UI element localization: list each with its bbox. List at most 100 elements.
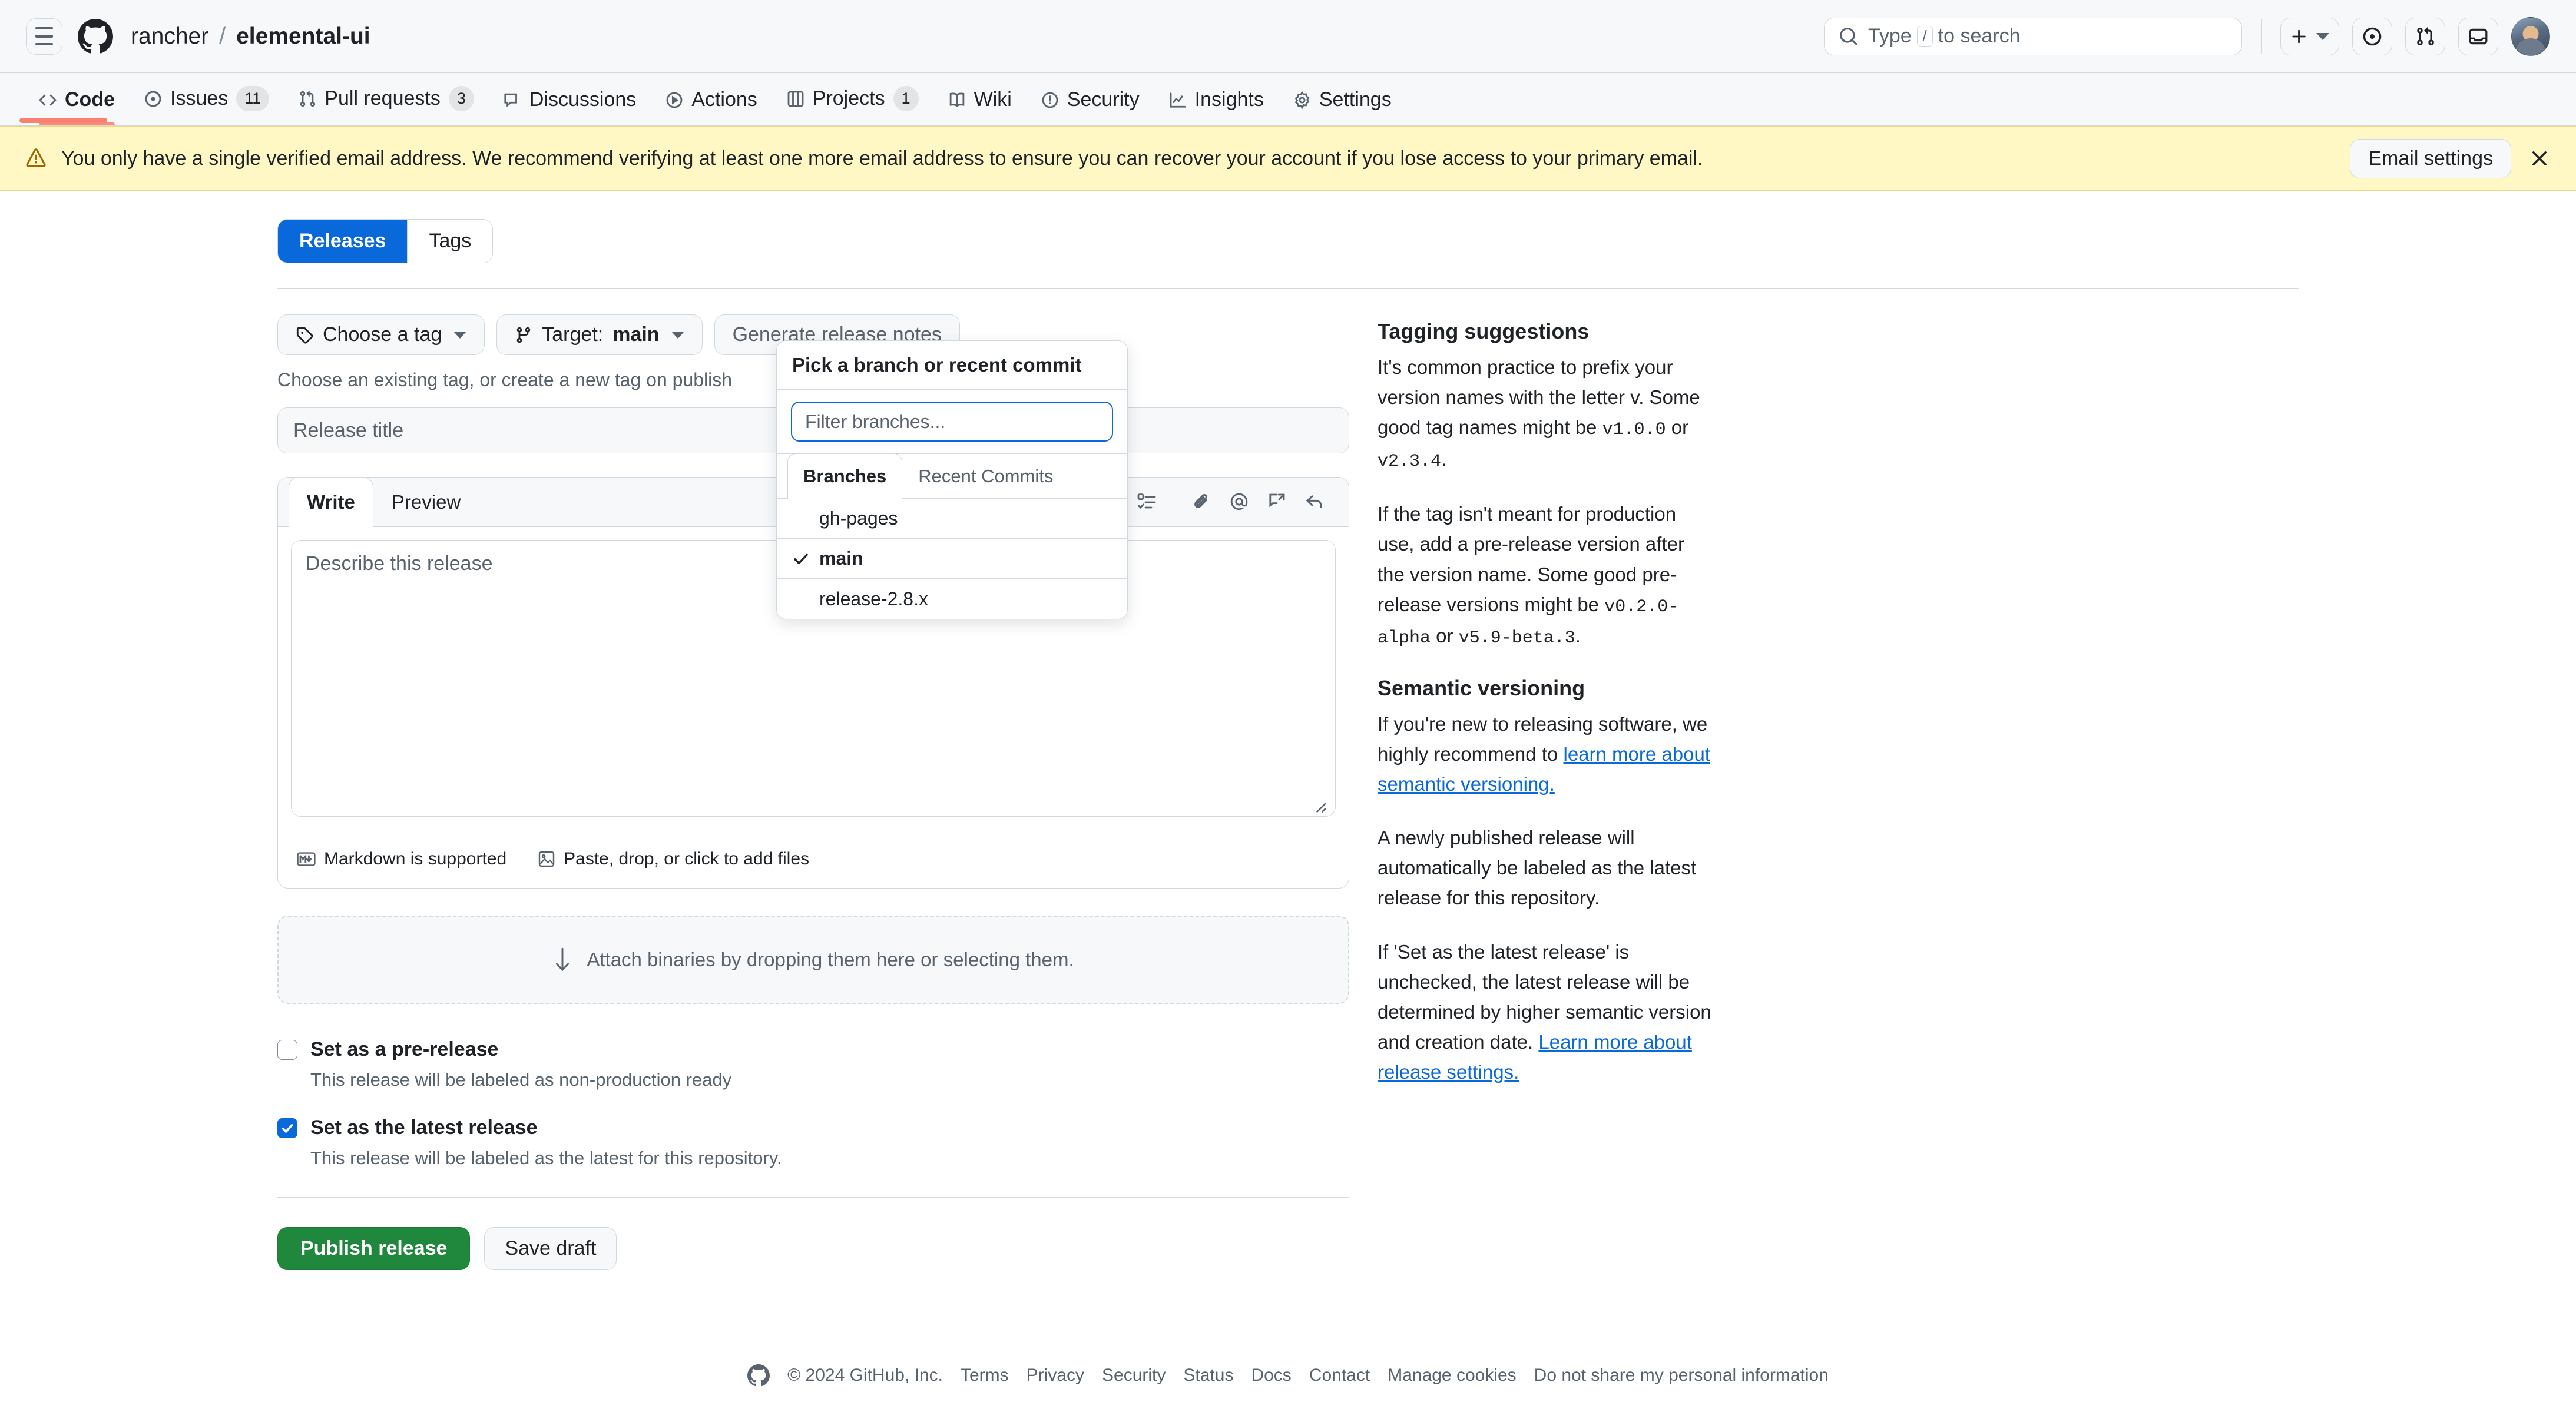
tab-releases[interactable]: Releases — [278, 220, 408, 263]
choose-a-tag-button[interactable]: Choose a tag — [277, 314, 485, 355]
semantic-versioning-p1: If you're new to releasing software, we … — [1378, 712, 1710, 795]
image-icon — [538, 850, 555, 868]
mention-icon[interactable] — [1220, 492, 1258, 511]
footer-link-security[interactable]: Security — [1102, 1365, 1166, 1385]
breadcrumb: rancher / elemental-ui — [131, 24, 370, 49]
header-divider — [2261, 18, 2262, 54]
repo-tab-projects[interactable]: Projects 1 — [774, 86, 932, 125]
choose-a-tag-label: Choose a tag — [323, 323, 442, 346]
hamburger-menu-icon[interactable] — [26, 18, 62, 55]
prerelease-example-2: v5.9-beta.3 — [1458, 628, 1575, 649]
flash-actions: Email settings — [2350, 138, 2550, 178]
repo-tab-label: Pull requests — [325, 87, 441, 110]
latest-release-row: Set as the latest release — [277, 1116, 1349, 1139]
page-container: Releases Tags Choose a tag Target: main … — [251, 191, 2325, 1422]
footer-link-terms[interactable]: Terms — [961, 1365, 1009, 1385]
footer-link-status[interactable]: Status — [1183, 1365, 1233, 1385]
repo-tab-pull-requests[interactable]: Pull requests 3 — [286, 86, 487, 125]
search-input[interactable]: Type / to search — [1824, 17, 2242, 55]
tab-recent-commits[interactable]: Recent Commits — [902, 453, 1069, 498]
semantic-versioning-p3: If 'Set as the latest release' is unchec… — [1378, 940, 1711, 1083]
pull-requests-button[interactable] — [2405, 17, 2445, 55]
tab-preview[interactable]: Preview — [373, 477, 479, 526]
repo-tab-label: Settings — [1319, 88, 1392, 111]
tab-write[interactable]: Write — [289, 477, 373, 527]
repo-tab-label: Projects — [812, 87, 885, 110]
footer-link-privacy[interactable]: Privacy — [1027, 1365, 1084, 1385]
branch-filter-input[interactable] — [791, 402, 1113, 442]
email-settings-button[interactable]: Email settings — [2350, 138, 2511, 178]
branch-name: gh-pages — [819, 508, 898, 529]
footer-link-docs[interactable]: Docs — [1251, 1365, 1291, 1385]
latest-release-checkbox[interactable] — [277, 1118, 297, 1138]
repo-tab-issues[interactable]: Issues 11 — [131, 86, 282, 125]
check-icon — [792, 550, 819, 568]
save-draft-button[interactable]: Save draft — [484, 1227, 617, 1270]
flash-message: You only have a single verified email ad… — [61, 147, 1703, 170]
repo-tab-insights[interactable]: Insights — [1156, 88, 1277, 125]
dropzone-label: Attach binaries by dropping them here or… — [587, 949, 1074, 970]
breadcrumb-owner[interactable]: rancher — [131, 24, 208, 49]
section-divider — [277, 288, 2299, 289]
target-branch-button[interactable]: Target: main — [496, 314, 703, 355]
repo-tab-security[interactable]: Security — [1028, 88, 1153, 125]
create-new-button[interactable] — [2280, 17, 2339, 55]
projects-counter: 1 — [893, 86, 919, 111]
repo-tab-actions[interactable]: Actions — [653, 88, 770, 125]
repo-tab-wiki[interactable]: Wiki — [935, 88, 1025, 125]
footer-link-contact[interactable]: Contact — [1309, 1365, 1370, 1385]
latest-release-label[interactable]: Set as the latest release — [310, 1116, 538, 1139]
footer-link-manage-cookies[interactable]: Manage cookies — [1388, 1365, 1516, 1385]
attach-file-icon[interactable] — [1183, 492, 1220, 511]
tab-tags[interactable]: Tags — [408, 220, 493, 263]
pull-requests-counter: 3 — [448, 86, 474, 111]
prerelease-checkbox[interactable] — [277, 1039, 297, 1060]
semantic-versioning-p2: A newly published release will automatic… — [1378, 827, 1697, 909]
search-icon — [1839, 26, 1859, 47]
prerelease-label[interactable]: Set as a pre-release — [310, 1038, 498, 1061]
branch-item-gh-pages[interactable]: gh-pages — [777, 499, 1127, 539]
form-actions: Publish release Save draft — [277, 1227, 1349, 1270]
publish-release-button[interactable]: Publish release — [277, 1227, 471, 1270]
repo-tab-label: Discussions — [529, 88, 637, 111]
chevron-down-icon — [453, 331, 467, 339]
release-sidebar: Tagging suggestions It's common practice… — [1378, 314, 1713, 1270]
reply-icon[interactable] — [1296, 492, 1333, 511]
branch-picker-heading: Pick a branch or recent commit — [777, 341, 1127, 390]
branch-picker-dropdown: Pick a branch or recent commit Branches … — [776, 340, 1128, 619]
repo-tab-discussions[interactable]: Discussions — [491, 88, 649, 125]
task-list-icon[interactable] — [1128, 492, 1166, 511]
markdown-supported-hint[interactable]: Markdown is supported — [292, 849, 522, 869]
breadcrumb-repo[interactable]: elemental-ui — [236, 24, 370, 49]
email-verification-flash: You only have a single verified email ad… — [0, 126, 2576, 191]
github-logo-icon[interactable] — [78, 18, 113, 54]
saved-reply-icon[interactable] — [1258, 492, 1296, 511]
page-body: Releases Tags Choose a tag Target: main … — [0, 191, 2576, 1422]
tagging-suggestions-block: Tagging suggestions It's common practice… — [1378, 319, 1713, 652]
issues-button[interactable] — [2352, 17, 2392, 55]
repo-tab-label: Wiki — [974, 88, 1012, 111]
prerelease-row: Set as a pre-release — [277, 1038, 1349, 1061]
paste-drop-add-files[interactable]: Paste, drop, or click to add files — [522, 849, 825, 869]
notifications-inbox-button[interactable] — [2458, 17, 2498, 55]
branch-item-release-2-8-x[interactable]: release-2.8.x — [777, 579, 1127, 619]
attach-binaries-dropzone[interactable]: Attach binaries by dropping them here or… — [277, 916, 1349, 1004]
repository-nav: Code Issues 11 Pull requests 3 Discussio… — [0, 73, 2576, 126]
chevron-down-icon — [2316, 32, 2329, 40]
footer-link-do-not-share[interactable]: Do not share my personal information — [1534, 1365, 1829, 1385]
git-branch-icon — [515, 326, 532, 344]
semantic-versioning-block: Semantic versioning If you're new to rel… — [1378, 676, 1713, 1088]
tagging-suggestions-p1: It's common practice to prefix your vers… — [1378, 356, 1700, 472]
close-icon[interactable] — [2529, 148, 2550, 169]
branch-picker-tabs: Branches Recent Commits — [777, 453, 1127, 499]
branch-item-main[interactable]: main — [777, 539, 1127, 579]
prerelease-description: This release will be labeled as non-prod… — [310, 1069, 732, 1090]
repo-tab-settings[interactable]: Settings — [1280, 88, 1405, 125]
avatar[interactable] — [2511, 16, 2550, 56]
tab-branches[interactable]: Branches — [787, 453, 903, 499]
semantic-versioning-title: Semantic versioning — [1378, 675, 1585, 700]
actions-divider — [277, 1197, 1349, 1198]
editor-footer: Markdown is supported Paste, drop, or cl… — [278, 835, 1349, 888]
search-slash-key-icon: / — [1916, 25, 1933, 47]
arrow-down-icon — [552, 946, 572, 973]
